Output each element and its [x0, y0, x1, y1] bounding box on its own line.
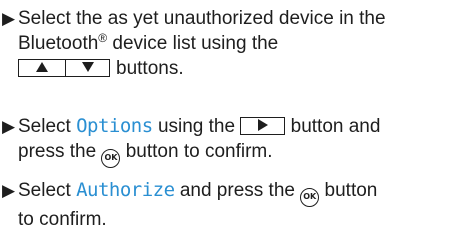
step-1-line-1: Select the as yet unauthorized device in… [18, 8, 386, 29]
ok-button-icon: OK [101, 149, 121, 168]
bullet-arrow-icon: ▶ [2, 181, 16, 200]
step-3-line-2: to confirm. [18, 209, 107, 230]
step-3-line-1: Select Authorize and press the OK button [18, 178, 470, 207]
step-1-line-3: buttons. [18, 56, 470, 81]
options-keyword: Options [76, 115, 153, 137]
bluetooth-word: Bluetooth [18, 33, 99, 54]
step-2-line2-post: button to confirm. [120, 141, 273, 162]
step-3-mid: and press the [174, 180, 301, 201]
step-1-line-2: Bluetooth® device list using the [18, 31, 470, 56]
bullet-arrow-icon: ▶ [2, 117, 16, 136]
step-2-line2-pre: press the [18, 141, 102, 162]
step-1: ▶ Select the as yet unauthorized device … [0, 6, 470, 81]
step-3-post: button [319, 180, 378, 201]
registered-mark: ® [98, 31, 108, 45]
step-2-post: button and [285, 116, 381, 137]
step-1-buttons-text: buttons. [116, 58, 184, 79]
step-2: ▶ Select Options using the button and pr… [0, 114, 470, 168]
step-3-pre: Select [18, 180, 77, 201]
step-2-line-1: Select Options using the button and [18, 114, 470, 139]
bullet-arrow-icon: ▶ [2, 9, 16, 28]
right-arrow-key-icon [240, 117, 286, 135]
step-2-pre: Select [18, 116, 77, 137]
up-arrow-key-icon [18, 59, 66, 77]
ok-button-icon: OK [300, 188, 320, 207]
step-3: ▶ Select Authorize and press the OK butt… [0, 178, 470, 232]
authorize-keyword: Authorize [76, 179, 175, 201]
step-2-mid: using the [152, 116, 241, 137]
down-arrow-key-icon [66, 59, 110, 77]
step-1-line-2-rest: device list using the [107, 33, 279, 54]
step-2-line-2: press the OK button to confirm. [18, 139, 470, 168]
instruction-list: ▶ Select the as yet unauthorized device … [0, 0, 473, 244]
